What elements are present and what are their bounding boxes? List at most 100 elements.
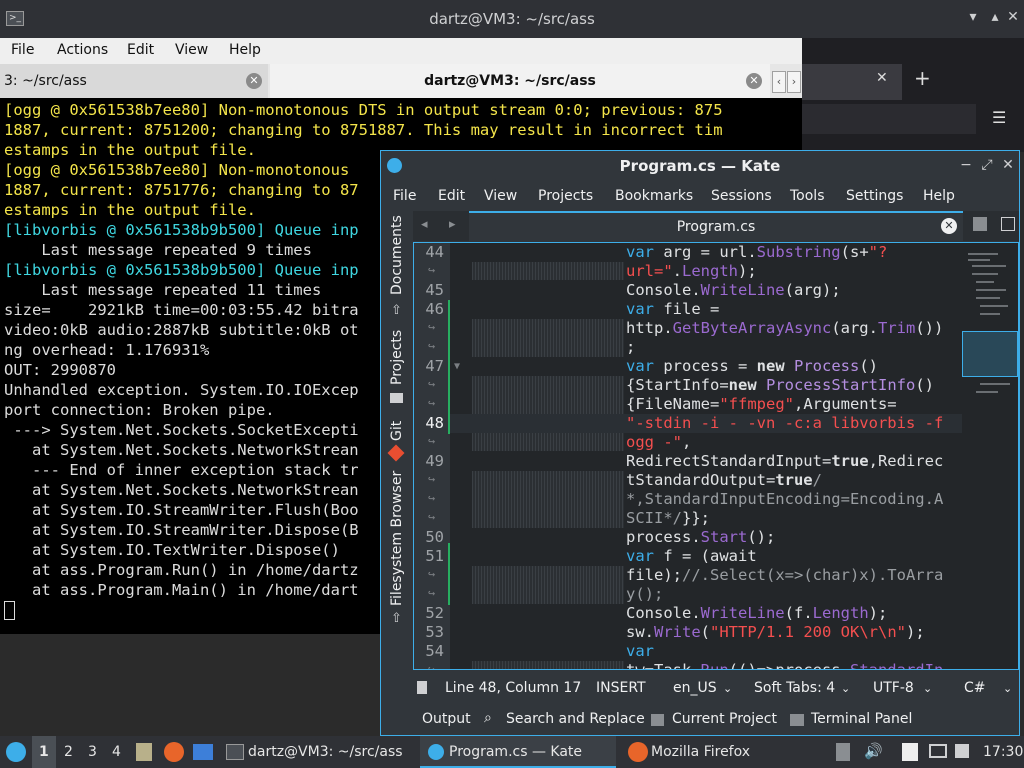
kate-editor[interactable]: 44 45 46 47 48 49 50 51 52 53 54 ▼ ↪ ↪ ↪… xyxy=(413,242,1019,670)
minimize-icon[interactable]: ▾ xyxy=(964,8,982,26)
dictionary-select[interactable]: en_US xyxy=(673,680,717,696)
line-number: 53 xyxy=(425,623,444,641)
code-line: SCII*/}}; xyxy=(626,509,710,527)
firefox-urlbar[interactable] xyxy=(802,104,976,134)
kate-menu-sessions[interactable]: Sessions xyxy=(711,188,772,204)
task-kate[interactable]: Program.cs — Kate xyxy=(420,736,616,768)
kate-menu-projects[interactable]: Projects xyxy=(538,188,593,204)
close-icon[interactable]: ✕ xyxy=(1004,8,1022,26)
toolview-terminal-panel[interactable]: Terminal Panel xyxy=(811,711,912,727)
cursor-position[interactable]: Line 48, Column 17 xyxy=(445,680,581,696)
sidebar-filesystem-browser[interactable]: Filesystem Browser xyxy=(389,471,405,606)
minimap-viewport[interactable] xyxy=(962,331,1018,377)
terminal-line: 1887, current: 8751776; changing to 87 xyxy=(4,181,359,199)
firefox-icon xyxy=(628,742,648,762)
indent-guide xyxy=(472,433,624,451)
tab-close-icon[interactable]: ✕ xyxy=(746,73,762,89)
upload-icon[interactable]: ⇧ xyxy=(391,611,402,626)
kate-menu-bookmarks[interactable]: Bookmarks xyxy=(615,188,693,204)
input-mode[interactable]: INSERT xyxy=(596,680,646,696)
split-view-icon[interactable] xyxy=(1001,217,1015,231)
code-line: var arg = url.Substring(s+"? xyxy=(626,243,888,261)
menu-file[interactable]: File xyxy=(11,42,34,58)
maximize-icon[interactable]: ▴ xyxy=(986,8,1004,26)
kate-tabbar: ◂ ▸ Program.cs ✕ xyxy=(413,211,1019,241)
indentation-select[interactable]: Soft Tabs: 4 xyxy=(754,680,835,696)
wrap-indicator-icon: ↪ xyxy=(428,662,436,670)
minimize-icon[interactable]: − xyxy=(957,156,975,174)
taskbar: 1 2 3 4 dartz@VM3: ~/src/ass Program.cs … xyxy=(0,736,1024,768)
tab-scroll-left-icon[interactable]: ‹ xyxy=(772,71,786,93)
desktop-2[interactable]: 2 xyxy=(64,744,73,760)
kate-window-title: Program.cs — Kate xyxy=(619,157,781,175)
clipboard-icon[interactable] xyxy=(836,743,850,761)
kate-document-tab[interactable]: Program.cs ✕ xyxy=(469,211,963,241)
kate-titlebar[interactable]: Program.cs — Kate − ⤢ ✕ xyxy=(381,151,1019,181)
desktop-4[interactable]: 4 xyxy=(112,744,121,760)
task-firefox[interactable]: Mozilla Firefox xyxy=(622,736,818,768)
toolview-output[interactable]: Output xyxy=(422,711,471,727)
terminal-titlebar[interactable]: >_ dartz@VM3: ~/src/ass ▾ ▴ ✕ xyxy=(0,0,1024,38)
menu-view[interactable]: View xyxy=(175,42,208,58)
terminal-line: ---> System.Net.Sockets.SocketExcepti xyxy=(4,421,359,439)
restore-icon[interactable]: ⤢ xyxy=(978,156,996,174)
wrap-indicator-icon: ↪ xyxy=(428,339,436,353)
kate-menu-view[interactable]: View xyxy=(484,188,517,204)
line-number: 47 xyxy=(425,357,444,375)
menu-edit[interactable]: Edit xyxy=(127,42,154,58)
toolview-search-and-replace[interactable]: Search and Replace xyxy=(506,711,645,727)
terminal-line: video:0kB audio:2887kB subtitle:0kB ot xyxy=(4,321,359,339)
desktop-3[interactable]: 3 xyxy=(88,744,97,760)
notes-icon[interactable] xyxy=(902,743,918,761)
sidebar-documents[interactable]: Documents xyxy=(389,215,405,295)
network-icon[interactable] xyxy=(929,744,947,758)
clock[interactable]: 17:30 xyxy=(983,744,1023,760)
toolview-current-project[interactable]: Current Project xyxy=(672,711,777,727)
encoding-select[interactable]: UTF-8 xyxy=(873,680,914,696)
terminal-tab-1[interactable]: 3: ~/src/ass ✕ xyxy=(0,64,268,98)
kate-left-sidebar: Documents ⇧ Projects Git Filesystem Brow… xyxy=(381,211,413,626)
minimap-scrollbar[interactable] xyxy=(962,243,1018,669)
folder-icon[interactable] xyxy=(390,393,403,403)
terminal-tab-2[interactable]: dartz@VM3: ~/src/ass ✕ xyxy=(270,64,770,98)
git-icon[interactable] xyxy=(387,444,405,462)
desktop-1[interactable]: 1 xyxy=(39,744,49,760)
kate-menu-tools[interactable]: Tools xyxy=(790,188,825,204)
upload-icon[interactable]: ⇧ xyxy=(391,303,402,318)
kate-menu-settings[interactable]: Settings xyxy=(846,188,903,204)
quick-open-icon[interactable] xyxy=(973,217,987,231)
app-launcher-icon[interactable] xyxy=(6,742,26,762)
firefox-icon[interactable] xyxy=(164,742,184,762)
task-terminal[interactable]: dartz@VM3: ~/src/ass xyxy=(220,736,416,768)
sidebar-git[interactable]: Git xyxy=(389,421,405,441)
tab-close-icon[interactable]: ✕ xyxy=(246,73,262,89)
kate-menu-file[interactable]: File xyxy=(393,188,416,204)
file-manager-icon[interactable] xyxy=(136,743,152,761)
kate-menu-help[interactable]: Help xyxy=(923,188,955,204)
new-tab-icon[interactable]: + xyxy=(914,66,931,90)
tab-prev-icon[interactable]: ◂ xyxy=(421,217,428,232)
window-icon[interactable] xyxy=(193,744,213,760)
terminal-line: [libvorbis @ 0x561538b9b500] Queue inp xyxy=(4,221,359,239)
tab-next-icon[interactable]: ▸ xyxy=(449,217,456,232)
terminal-line: at System.IO.TextWriter.Dispose() xyxy=(4,541,340,559)
code-line: Console.WriteLine(f.Length); xyxy=(626,604,888,622)
menu-help[interactable]: Help xyxy=(229,42,261,58)
close-icon[interactable]: ✕ xyxy=(999,156,1017,174)
terminal-line: --- End of inner exception stack tr xyxy=(4,461,359,479)
hamburger-menu-icon[interactable]: ☰ xyxy=(992,108,1006,127)
system-tray-icon[interactable] xyxy=(955,744,969,758)
kate-menu-edit[interactable]: Edit xyxy=(438,188,465,204)
syntax-mode-select[interactable]: C# xyxy=(964,680,986,696)
indent-guide xyxy=(472,376,624,414)
sidebar-projects[interactable]: Projects xyxy=(389,330,405,385)
tab-close-icon[interactable]: ✕ xyxy=(941,218,957,234)
code-line: file);//.Select(x=>(char)x).ToArra xyxy=(626,566,944,584)
firefox-tab-close-icon[interactable]: ✕ xyxy=(876,70,888,86)
fold-arrow-icon[interactable]: ▼ xyxy=(454,361,460,372)
menu-actions[interactable]: Actions xyxy=(57,42,108,58)
indent-guide xyxy=(472,661,624,669)
code-line: Console.WriteLine(arg); xyxy=(626,281,841,299)
volume-icon[interactable]: 🔊 xyxy=(864,742,883,760)
tab-scroll-right-icon[interactable]: › xyxy=(787,71,801,93)
